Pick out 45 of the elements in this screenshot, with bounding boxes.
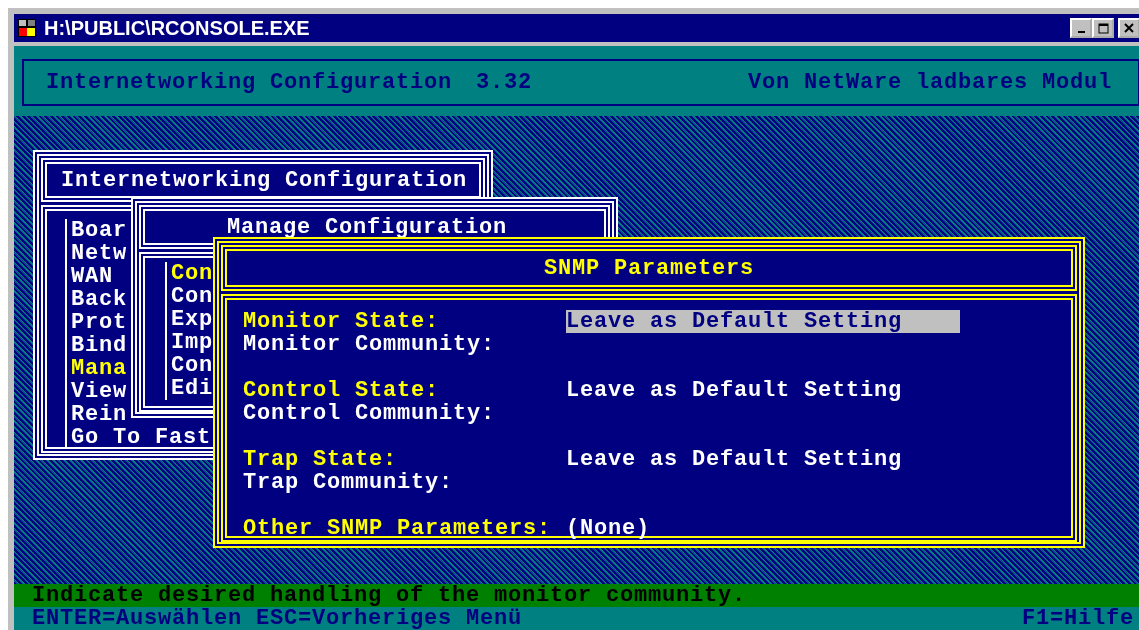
close-button[interactable]	[1118, 18, 1139, 38]
maximize-icon	[1097, 22, 1109, 34]
menu-item[interactable]: Edi	[171, 377, 213, 400]
status-hint: Indicate desired handling of the monitor community.	[32, 583, 747, 608]
menu-item[interactable]: Go To Fast	[71, 426, 212, 449]
menu-item[interactable]: Con	[171, 285, 213, 308]
field-value[interactable]: Leave as Default Setting	[566, 310, 960, 333]
key-hint: ENTER=Auswählen	[32, 607, 243, 630]
field-value[interactable]: Leave as Default Setting	[566, 379, 960, 402]
menu-item[interactable]: Con	[171, 354, 213, 377]
field-value[interactable]: (None)	[566, 517, 960, 540]
window-title: H:\PUBLIC\RCONSOLE.EXE	[44, 16, 310, 41]
menu-title: Internetworking Configuration	[61, 168, 468, 192]
close-icon	[1124, 23, 1134, 33]
field-value[interactable]: Leave as Default Setting	[566, 448, 960, 471]
menu-item[interactable]: Boar	[71, 219, 127, 242]
menu-item[interactable]: Bind	[71, 334, 127, 357]
field-label: Control State:	[243, 379, 441, 402]
menu-item[interactable]: WAN	[71, 265, 113, 288]
menu-item[interactable]: Back	[71, 288, 127, 311]
maximize-button[interactable]	[1092, 18, 1114, 38]
field-label: Monitor Community:	[243, 333, 497, 356]
field-label: Trap State:	[243, 448, 399, 471]
app-title: Internetworking Configuration	[46, 71, 453, 94]
minimize-button[interactable]	[1070, 18, 1092, 38]
app-icon	[18, 19, 36, 37]
menu-title: Manage Configuration	[227, 215, 508, 239]
version-label: 3.32	[476, 71, 533, 94]
menu-item[interactable]: Mana	[71, 357, 127, 380]
minimize-icon	[1077, 31, 1085, 33]
menu-item[interactable]: Exp	[171, 308, 213, 331]
menu-item[interactable]: Prot	[71, 311, 127, 334]
menu-item[interactable]: Netw	[71, 242, 127, 265]
field-label: Control Community:	[243, 402, 497, 425]
help-key-hint: F1=Hilfe	[1021, 607, 1134, 630]
field-label: Trap Community:	[243, 471, 455, 494]
dialog-title: SNMP Parameters	[543, 256, 754, 280]
menu-item[interactable]: Con	[171, 262, 213, 285]
menu-item[interactable]: Imp	[171, 331, 213, 354]
menu-item[interactable]: View	[71, 380, 127, 403]
menu-item[interactable]: Rein	[71, 403, 127, 426]
field-label: Monitor State:	[243, 310, 441, 333]
key-hint: ESC=Vorheriges Menü	[256, 607, 523, 630]
field-label: Other SNMP Parameters:	[243, 517, 553, 540]
module-label: Von NetWare ladbares Modul	[747, 71, 1112, 94]
